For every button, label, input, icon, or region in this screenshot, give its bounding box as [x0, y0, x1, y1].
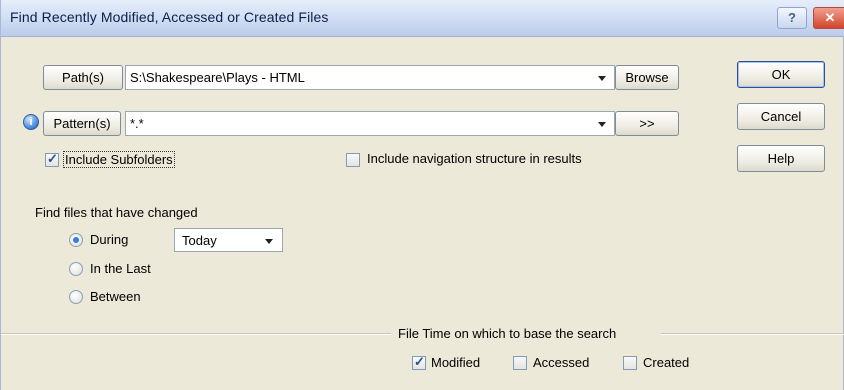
patterns-button[interactable]: Pattern(s): [43, 111, 121, 136]
info-icon[interactable]: i: [23, 114, 39, 130]
created-label[interactable]: Created: [643, 355, 689, 370]
created-checkbox[interactable]: [623, 356, 637, 370]
find-files-dialog: Find Recently Modified, Accessed or Crea…: [0, 0, 844, 390]
chevron-down-icon[interactable]: [598, 76, 606, 81]
path-combo[interactable]: S:\Shakespeare\Plays - HTML: [125, 65, 615, 90]
browse-button[interactable]: Browse: [615, 65, 679, 90]
help-button[interactable]: Help: [737, 145, 825, 172]
include-subfolders-checkbox[interactable]: ✓: [45, 151, 59, 167]
filetime-heading: File Time on which to base the search: [398, 326, 617, 341]
pattern-value: *.*: [130, 116, 144, 131]
chevron-down-icon[interactable]: [598, 122, 606, 127]
accessed-checkbox[interactable]: [513, 356, 527, 370]
include-subfolders-label[interactable]: Include Subfolders: [63, 151, 175, 168]
include-navigation-checkbox[interactable]: [346, 153, 360, 167]
group-divider-left: [1, 333, 391, 335]
help-title-button[interactable]: ?: [777, 7, 807, 29]
window-title: Find Recently Modified, Accessed or Crea…: [10, 9, 329, 25]
check-icon: ✓: [414, 354, 425, 369]
check-icon: ✓: [47, 151, 58, 166]
during-radio[interactable]: [69, 233, 83, 247]
radio-selected-dot: [73, 237, 79, 243]
changed-heading: Find files that have changed: [35, 205, 198, 220]
during-select-value: Today: [182, 233, 217, 248]
path-value: S:\Shakespeare\Plays - HTML: [130, 70, 305, 85]
more-options-button[interactable]: >>: [615, 111, 679, 136]
between-radio[interactable]: [69, 290, 83, 304]
modified-checkbox[interactable]: ✓: [412, 354, 426, 370]
pattern-combo[interactable]: *.*: [125, 111, 615, 136]
close-button[interactable]: ✕: [813, 7, 844, 29]
group-divider-right: [661, 333, 844, 335]
modified-label[interactable]: Modified: [431, 355, 480, 370]
between-label[interactable]: Between: [90, 289, 141, 304]
ok-button[interactable]: OK: [737, 61, 825, 88]
in-the-last-label[interactable]: In the Last: [90, 261, 151, 276]
during-select[interactable]: Today: [174, 228, 283, 252]
chevron-down-icon[interactable]: [265, 239, 273, 244]
during-label[interactable]: During: [90, 232, 128, 247]
accessed-label[interactable]: Accessed: [533, 355, 589, 370]
include-navigation-label[interactable]: Include navigation structure in results: [367, 151, 582, 166]
cancel-button[interactable]: Cancel: [737, 103, 825, 130]
in-the-last-radio[interactable]: [69, 262, 83, 276]
title-bar: Find Recently Modified, Accessed or Crea…: [1, 0, 844, 37]
paths-button[interactable]: Path(s): [43, 65, 123, 90]
